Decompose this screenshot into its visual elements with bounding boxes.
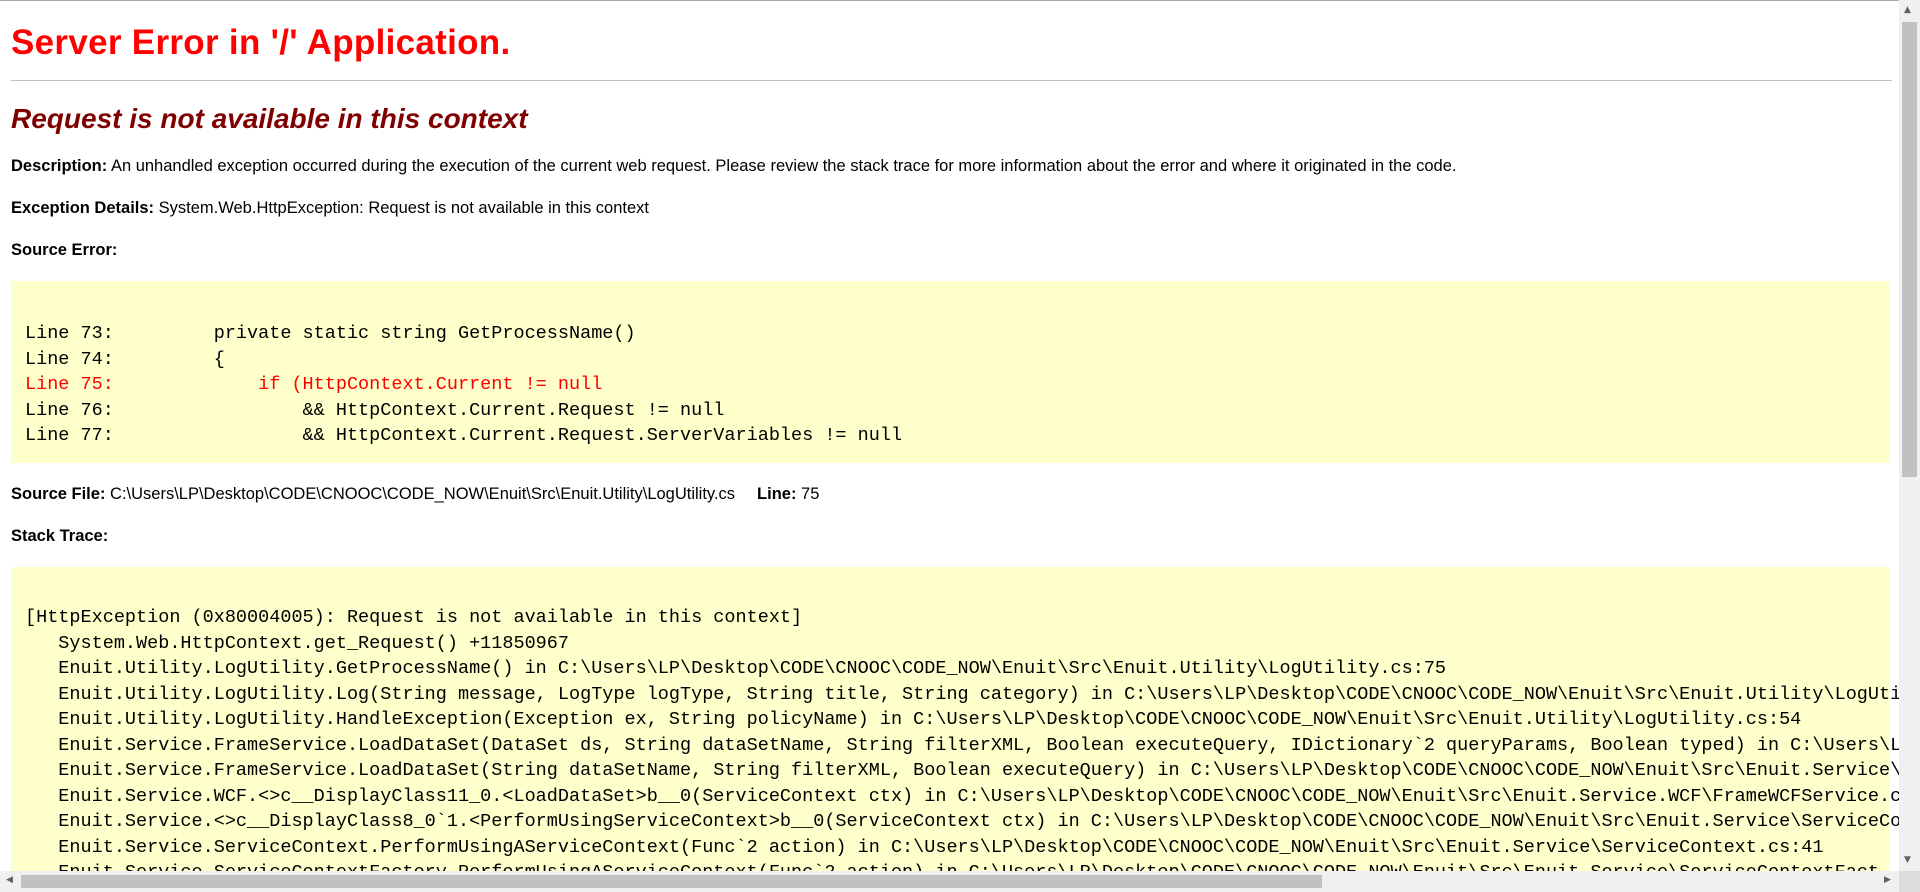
exception-details-line: Exception Details: System.Web.HttpExcept… (11, 199, 649, 218)
stack-trace-line: Enuit.Utility.LogUtility.Log(String mess… (25, 683, 1899, 705)
exception-label: Exception Details: (11, 199, 155, 217)
stack-trace-line: Enuit.Service.FrameService.LoadDataSet(S… (25, 760, 1899, 781)
stack-trace-line: Enuit.Service.ServiceContext.PerformUsin… (25, 836, 1824, 858)
description-line: Description: An unhandled exception occu… (11, 157, 1456, 176)
source-line: Line 77: && HttpContext.Current.Request.… (25, 425, 903, 446)
source-line: Line 76: && HttpContext.Current.Request … (25, 399, 725, 421)
exception-text: System.Web.HttpException: Request is not… (154, 199, 649, 217)
line-number-value: 75 (796, 485, 820, 503)
source-line: Line 73: private static string GetProces… (25, 323, 636, 344)
description-label: Description: (11, 157, 108, 175)
stack-trace-line: System.Web.HttpContext.get_Request() +11… (25, 632, 569, 654)
description-text: An unhandled exception occurred during t… (107, 157, 1457, 175)
stack-trace-line: Enuit.Utility.LogUtility.GetProcessName(… (25, 658, 1447, 679)
source-error-label: Source Error: (11, 241, 118, 259)
source-line: Line 74: { (25, 348, 225, 370)
source-file-label: Source File: (11, 485, 106, 503)
scroll-down-arrow-icon[interactable]: ▼ (1904, 856, 1911, 865)
vertical-scrollbar[interactable]: ▲ ▼ (1899, 0, 1920, 871)
stack-trace-line: Enuit.Utility.LogUtility.HandleException… (25, 709, 1802, 730)
scroll-left-arrow-icon[interactable]: ◀ (6, 876, 13, 885)
stack-trace-line: Enuit.Service.FrameService.LoadDataSet(D… (25, 734, 1899, 756)
stack-trace-label: Stack Trace: (11, 527, 109, 545)
horizontal-rule (11, 80, 1892, 81)
scroll-up-arrow-icon[interactable]: ▲ (1904, 6, 1911, 15)
stack-trace-line: Enuit.Service.<>c__DisplayClass8_0`1.<Pe… (25, 811, 1899, 832)
horizontal-scrollbar[interactable]: ◀ ▶ (0, 871, 1899, 892)
stack-trace-box: [HttpException (0x80004005): Request is … (11, 567, 1899, 871)
stack-trace-heading: Stack Trace: (11, 527, 108, 546)
page-viewport: Server Error in '/' Application. Request… (0, 0, 1899, 871)
scroll-right-arrow-icon[interactable]: ▶ (1884, 876, 1891, 885)
source-error-heading: Source Error: (11, 241, 117, 260)
page-title: Server Error in '/' Application. (11, 23, 511, 62)
source-line-error: Line 75: if (HttpContext.Current != null (25, 374, 603, 395)
line-number-label: Line: (757, 485, 797, 503)
vertical-scroll-thumb[interactable] (1902, 22, 1917, 477)
error-subtitle: Request is not available in this context (11, 103, 528, 134)
stack-trace-line: Enuit.Service.ServiceContextFactory.Perf… (25, 860, 1889, 871)
stack-trace-line: Enuit.Service.WCF.<>c__DisplayClass11_0.… (25, 785, 1899, 807)
stack-trace-line: [HttpException (0x80004005): Request is … (25, 607, 803, 628)
source-file-line: Source File: C:\Users\LP\Desktop\CODE\CN… (11, 485, 819, 504)
scrollbar-corner (1899, 871, 1920, 892)
source-file-path: C:\Users\LP\Desktop\CODE\CNOOC\CODE_NOW\… (105, 485, 736, 503)
source-code-box: Line 73: private static string GetProces… (11, 281, 1889, 463)
horizontal-scroll-thumb[interactable] (21, 875, 1322, 888)
